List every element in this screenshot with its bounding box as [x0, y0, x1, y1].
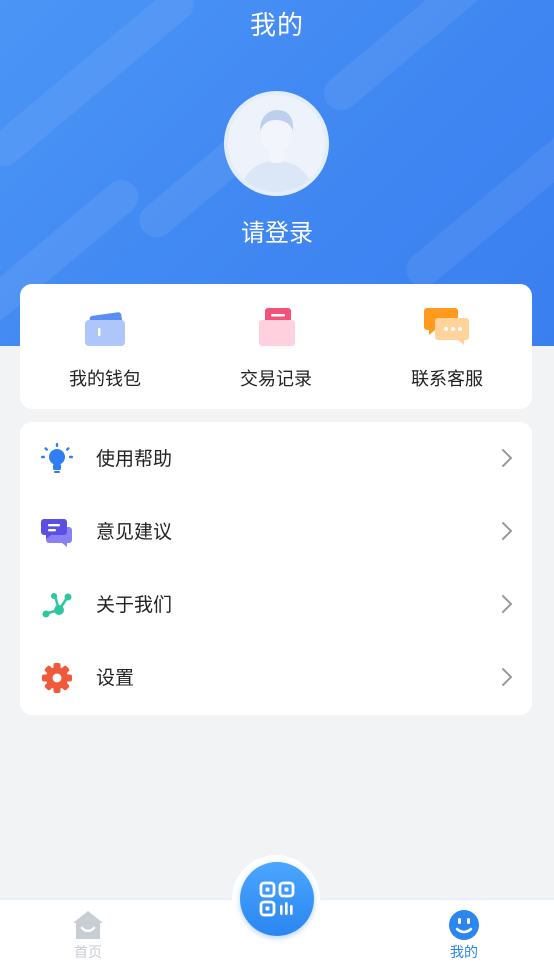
menu-list: 使用帮助 意见建议 关于我们 设置: [20, 422, 532, 715]
chevron-right-icon: [502, 449, 512, 467]
transaction-record-icon: [259, 308, 295, 346]
quick-actions-card: 我的钱包 交易记录 联系客服: [20, 284, 532, 409]
home-icon: [73, 911, 103, 939]
menu-item-label: 设置: [96, 667, 135, 689]
menu-item-settings[interactable]: 设置: [20, 641, 532, 714]
tab-home-label: 首页: [74, 945, 102, 961]
wallet-icon: [85, 312, 125, 346]
menu-item-label: 使用帮助: [96, 448, 173, 470]
page-title: 我的: [249, 11, 304, 41]
quick-action-label: 交易记录: [240, 369, 312, 390]
quick-action-wallet[interactable]: 我的钱包: [20, 302, 190, 393]
smiley-icon: [449, 910, 479, 940]
tab-mine-label: 我的: [450, 945, 478, 961]
menu-item-label: 关于我们: [96, 594, 173, 616]
user-silhouette-icon: [228, 95, 325, 192]
login-prompt[interactable]: 请登录: [0, 215, 554, 251]
quick-action-transactions[interactable]: 交易记录: [191, 302, 361, 393]
avatar[interactable]: [224, 91, 329, 196]
quick-action-customer-service[interactable]: 联系客服: [362, 302, 532, 393]
nodes-icon: [42, 593, 72, 618]
chevron-right-icon: [502, 522, 512, 540]
quick-action-label: 联系客服: [411, 369, 483, 390]
menu-item-about[interactable]: 关于我们: [20, 568, 532, 641]
qr-scan-icon: [259, 881, 295, 917]
tab-mine[interactable]: 我的: [424, 908, 504, 962]
customer-service-icon: [424, 308, 469, 345]
lightbulb-icon: [41, 443, 73, 473]
chevron-right-icon: [502, 668, 512, 686]
menu-item-feedback[interactable]: 意见建议: [20, 495, 532, 568]
menu-item-label: 意见建议: [96, 521, 173, 543]
chat-bubbles-icon: [41, 519, 72, 547]
tab-home[interactable]: 首页: [48, 908, 128, 962]
gear-icon: [42, 663, 72, 693]
menu-item-help[interactable]: 使用帮助: [20, 422, 532, 495]
scan-button[interactable]: [240, 862, 314, 936]
quick-action-label: 我的钱包: [69, 369, 141, 390]
chevron-right-icon: [502, 595, 512, 613]
